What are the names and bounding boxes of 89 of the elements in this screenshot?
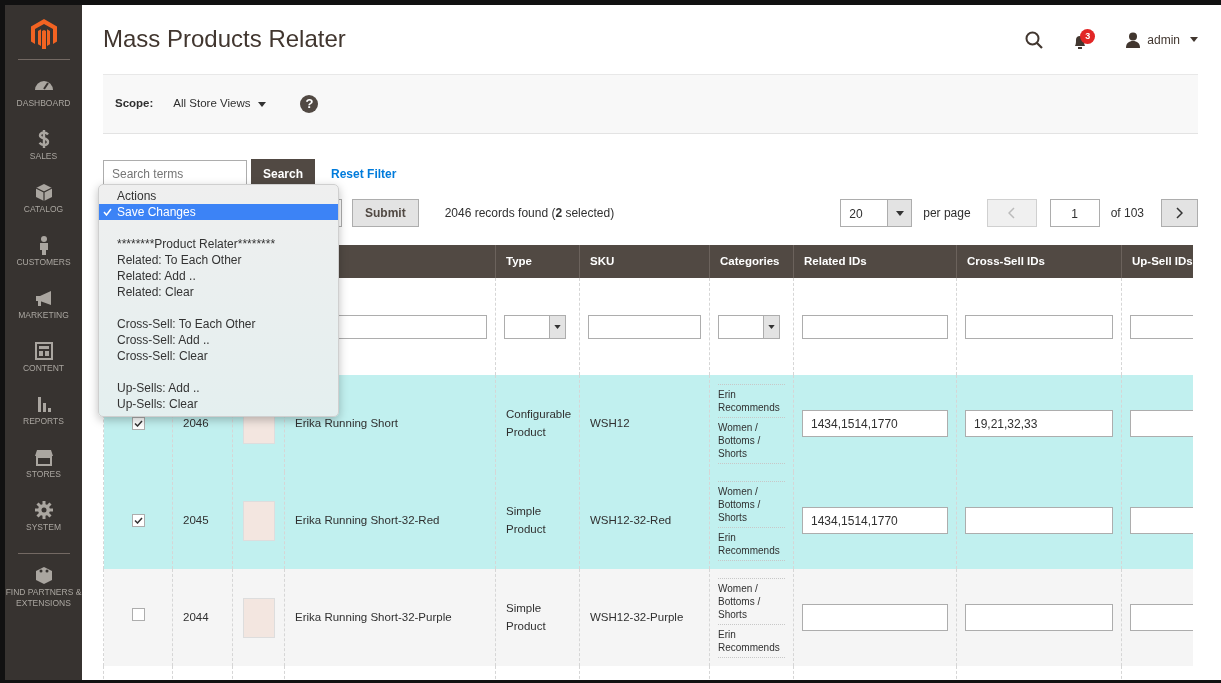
product-name: Erika Running Short xyxy=(295,416,398,429)
row-checkbox[interactable] xyxy=(131,513,145,527)
caret-icon xyxy=(258,101,267,107)
menu-option[interactable]: Related: To Each Other xyxy=(99,252,338,268)
logo-icon[interactable] xyxy=(30,19,57,49)
check-icon xyxy=(103,208,112,216)
photo-placeholder xyxy=(243,597,275,638)
menu-option[interactable]: Related: Clear xyxy=(99,284,338,300)
menu-option[interactable]: Cross-Sell: To Each Other xyxy=(99,316,338,332)
layout-icon xyxy=(32,341,55,362)
page-total: of 103 xyxy=(1110,205,1144,222)
sidebar-item[interactable]: CONTENT xyxy=(5,331,82,384)
next-page-button[interactable] xyxy=(1161,199,1198,227)
product-id: 2044 xyxy=(183,610,209,623)
photo-placeholder xyxy=(243,500,275,541)
reset-filter-link[interactable]: Reset Filter xyxy=(331,165,397,183)
records-count: 2046 records found (2 selected) xyxy=(444,205,615,222)
menu-option[interactable]: Save Changes xyxy=(99,204,338,220)
chevron-right-icon xyxy=(1176,207,1183,219)
column-header[interactable]: Type xyxy=(495,245,580,278)
menu-option[interactable]: Related: Add .. xyxy=(99,268,338,284)
category-label: Women / Bottoms / Shorts xyxy=(718,480,785,528)
filter-field[interactable] xyxy=(588,314,701,339)
ids-field[interactable] xyxy=(802,604,948,631)
notification-count: 3 xyxy=(1080,29,1096,44)
page-number-field[interactable]: 1 xyxy=(1049,199,1100,227)
menu-option[interactable]: Cross-Sell: Add .. xyxy=(99,332,338,348)
search-icon[interactable] xyxy=(1025,30,1044,49)
product-name: Erika Running Short-32-Red xyxy=(295,513,440,526)
submit-button[interactable]: Submit xyxy=(352,199,419,227)
column-header[interactable]: SKU xyxy=(579,245,710,278)
sidebar-item[interactable]: REPORTS xyxy=(5,384,82,437)
sidebar-item[interactable]: DASHBOARD xyxy=(5,66,82,119)
scope-label: Scope: xyxy=(115,96,154,112)
menu-option[interactable]: ********Product Relater******** xyxy=(99,236,338,252)
previous-page-button[interactable] xyxy=(986,199,1037,227)
per-page-label: per page xyxy=(923,205,971,222)
ids-field[interactable] xyxy=(965,507,1113,534)
category-label: Erin Recommends xyxy=(718,383,785,418)
column-header[interactable]: Related IDs xyxy=(793,245,957,278)
user-icon xyxy=(1125,31,1142,48)
product-type: Simple Product xyxy=(506,505,546,535)
ids-field[interactable]: 19,21,32,33 xyxy=(965,410,1113,437)
caret-icon xyxy=(768,324,775,329)
storefront-icon xyxy=(32,447,55,468)
menu-option[interactable]: Actions xyxy=(99,188,338,204)
product-type: Configurable Product xyxy=(506,408,572,438)
sidebar-item[interactable]: SALES xyxy=(5,119,82,172)
column-header[interactable]: Cross-Sell IDs xyxy=(956,245,1122,278)
column-header[interactable]: Categories xyxy=(709,245,794,278)
category-label: Erin Recommends xyxy=(718,624,785,658)
category-label: Women / Bottoms / Shorts xyxy=(718,577,785,625)
filter-select[interactable] xyxy=(504,314,566,339)
product-sku: WSH12 xyxy=(590,416,630,429)
sidebar-item[interactable]: CUSTOMERS xyxy=(5,225,82,278)
filter-select[interactable] xyxy=(718,314,780,339)
product-name: Erika Running Short-32-Purple xyxy=(295,610,452,623)
caret-icon xyxy=(895,210,904,216)
ids-field[interactable]: 1434,1514,1770 xyxy=(802,507,948,534)
sidebar-item[interactable]: CATALOG xyxy=(5,172,82,225)
sidebar-item[interactable]: SYSTEM xyxy=(5,490,82,543)
page-title: Mass Products Relater xyxy=(103,25,346,54)
gear-icon xyxy=(32,500,55,521)
sidebar-item[interactable]: STORES xyxy=(5,437,82,490)
page-size-select[interactable]: 20 xyxy=(840,199,913,227)
sidebar-item[interactable]: MARKETING xyxy=(5,278,82,331)
column-header[interactable]: Up-Sell IDs xyxy=(1121,245,1193,278)
category-label: Women / Bottoms / Shorts xyxy=(718,417,785,464)
ids-field[interactable] xyxy=(965,604,1113,631)
product-id: 2045 xyxy=(183,513,209,526)
filter-field[interactable] xyxy=(965,314,1113,339)
product-sku: WSH12-32-Purple xyxy=(590,610,684,623)
scope-switcher[interactable]: All Store Views xyxy=(173,95,267,113)
chevron-left-icon xyxy=(1008,207,1016,219)
menu-option[interactable]: Up-Sells: Clear xyxy=(99,396,338,412)
product-type: Simple Product xyxy=(506,602,546,632)
sidebar-item[interactable]: FIND PARTNERS & EXTENSIONS xyxy=(5,560,82,613)
ids-field[interactable]: 1434,1514,1770 xyxy=(802,410,948,437)
filter-field[interactable] xyxy=(802,314,948,339)
menu-option[interactable]: Up-Sells: Add .. xyxy=(99,380,338,396)
category-label: Erin Recommends xyxy=(718,527,785,561)
help-button[interactable]: ? xyxy=(300,95,319,113)
product-id: 2046 xyxy=(183,416,209,429)
caret-icon xyxy=(554,324,561,329)
product-sku: WSH12-32-Red xyxy=(590,513,672,526)
menu-option[interactable]: Cross-Sell: Clear xyxy=(99,348,338,364)
caret-icon xyxy=(1190,37,1198,42)
row-checkbox[interactable] xyxy=(131,608,145,622)
user-menu[interactable]: admin xyxy=(1125,30,1198,49)
